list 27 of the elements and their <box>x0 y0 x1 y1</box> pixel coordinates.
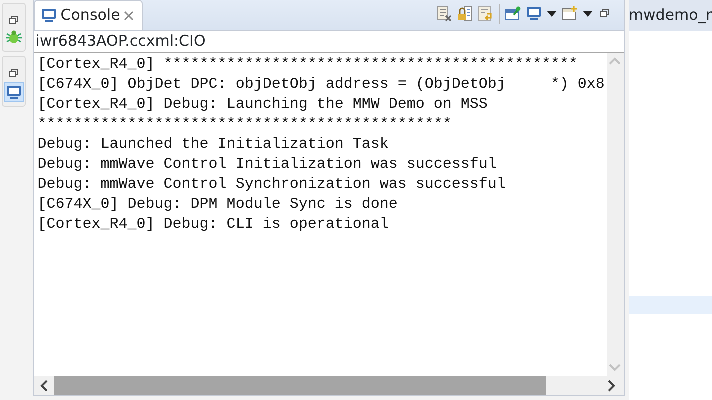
dropdown-caret-icon[interactable] <box>582 11 593 17</box>
console-line: [Cortex_R4_0] Debug: Launching the MMW Demo on MSS <box>38 95 488 115</box>
console-icon <box>40 8 57 23</box>
close-icon[interactable] <box>124 10 134 20</box>
scroll-lock-icon[interactable] <box>456 6 473 22</box>
console-button[interactable] <box>4 82 24 102</box>
new-console-icon[interactable] <box>562 6 578 22</box>
console-line: [Cortex_R4_0] Debug: CLI is operational <box>38 215 389 235</box>
scroll-left-icon[interactable] <box>40 380 48 392</box>
dropdown-caret-icon[interactable] <box>546 11 557 17</box>
console-line: [C674X_0] ObjDet DPC: objDetObj address = (ObjDetObj *) 0x8 <box>38 75 605 95</box>
console-line: [Cortex_R4_0] ********************************************** <box>38 55 578 75</box>
console-line: Debug: mmWave Control Synchronization was successful <box>38 175 506 195</box>
console-line: [C674X_0] Debug: DPM Module Sync is done <box>38 195 398 215</box>
view-tab[interactable]: mwdemo_r <box>628 0 712 31</box>
console-line: ********************************************** <box>38 115 452 135</box>
scrollbar-thumb[interactable] <box>54 376 546 395</box>
scroll-right-icon[interactable] <box>608 380 616 392</box>
pin-icon[interactable] <box>504 6 521 22</box>
console-line: Debug: mmWave Control Initialization was successful <box>38 155 497 175</box>
console-name: iwr6843AOP.ccxml:CIO <box>34 31 207 51</box>
clear-console-icon[interactable] <box>436 6 452 22</box>
restore-icon[interactable] <box>9 69 19 78</box>
restore-icon[interactable] <box>9 16 19 25</box>
console-tab[interactable]: Console <box>34 0 144 30</box>
console-line: Debug: Launched the Initialization Task <box>38 135 389 155</box>
display-console-icon[interactable] <box>526 6 542 22</box>
